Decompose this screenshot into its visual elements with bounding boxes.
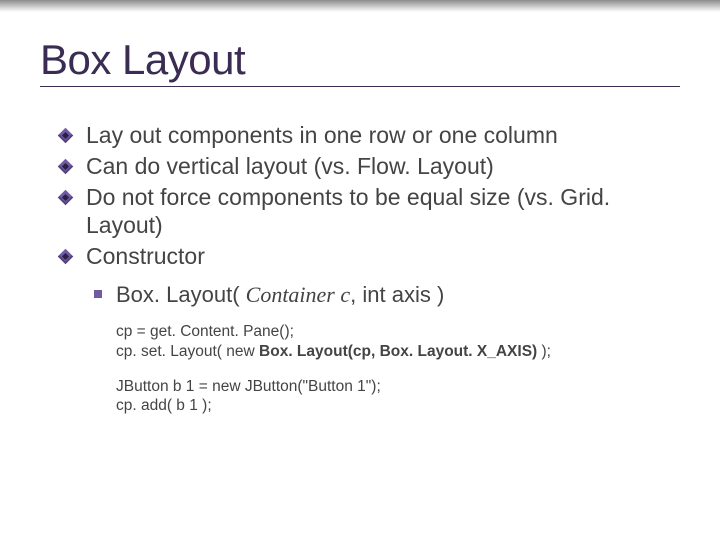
bullet-text: Constructor [86, 243, 205, 269]
bullet-list: Lay out components in one row or one col… [86, 121, 680, 416]
bullet-item: Do not force components to be equal size… [86, 183, 680, 241]
bullet-text: Can do vertical layout (vs. Flow. Layout… [86, 153, 494, 179]
slide: Box Layout Lay out components in one row… [0, 0, 720, 540]
code-line: cp. set. Layout( new Box. Layout(cp, Box… [116, 342, 680, 361]
title-underline [40, 86, 680, 87]
code-line-part: ); [537, 343, 551, 360]
sub-bullet-text-prefix: Box. Layout( [116, 282, 246, 307]
sub-bullet-list: Box. Layout( Container c, int axis ) [116, 281, 680, 309]
bullet-text: Do not force components to be equal size… [86, 184, 610, 239]
code-line: cp. add( b 1 ); [116, 396, 680, 415]
code-line-part: cp. set. Layout( new [116, 343, 259, 360]
bullet-item: Constructor Box. Layout( Container c, in… [86, 242, 680, 416]
sub-bullet-item: Box. Layout( Container c, int axis ) [116, 281, 680, 309]
bullet-item: Lay out components in one row or one col… [86, 121, 680, 150]
code-line: JButton b 1 = new JButton("Button 1"); [116, 377, 680, 396]
sub-bullet-text-italic: Container c [246, 282, 351, 307]
code-line: cp = get. Content. Pane(); [116, 322, 680, 341]
sub-bullet-text-suffix: , int axis ) [350, 282, 444, 307]
code-line-bold: Box. Layout(cp, Box. Layout. X_AXIS) [259, 343, 537, 360]
bullet-item: Can do vertical layout (vs. Flow. Layout… [86, 152, 680, 181]
slide-title: Box Layout [40, 36, 680, 84]
code-block-2: JButton b 1 = new JButton("Button 1"); c… [116, 377, 680, 416]
bullet-text: Lay out components in one row or one col… [86, 122, 558, 148]
top-shadow [0, 0, 720, 12]
slide-body: Lay out components in one row or one col… [40, 121, 680, 416]
code-block-1: cp = get. Content. Pane(); cp. set. Layo… [116, 322, 680, 361]
